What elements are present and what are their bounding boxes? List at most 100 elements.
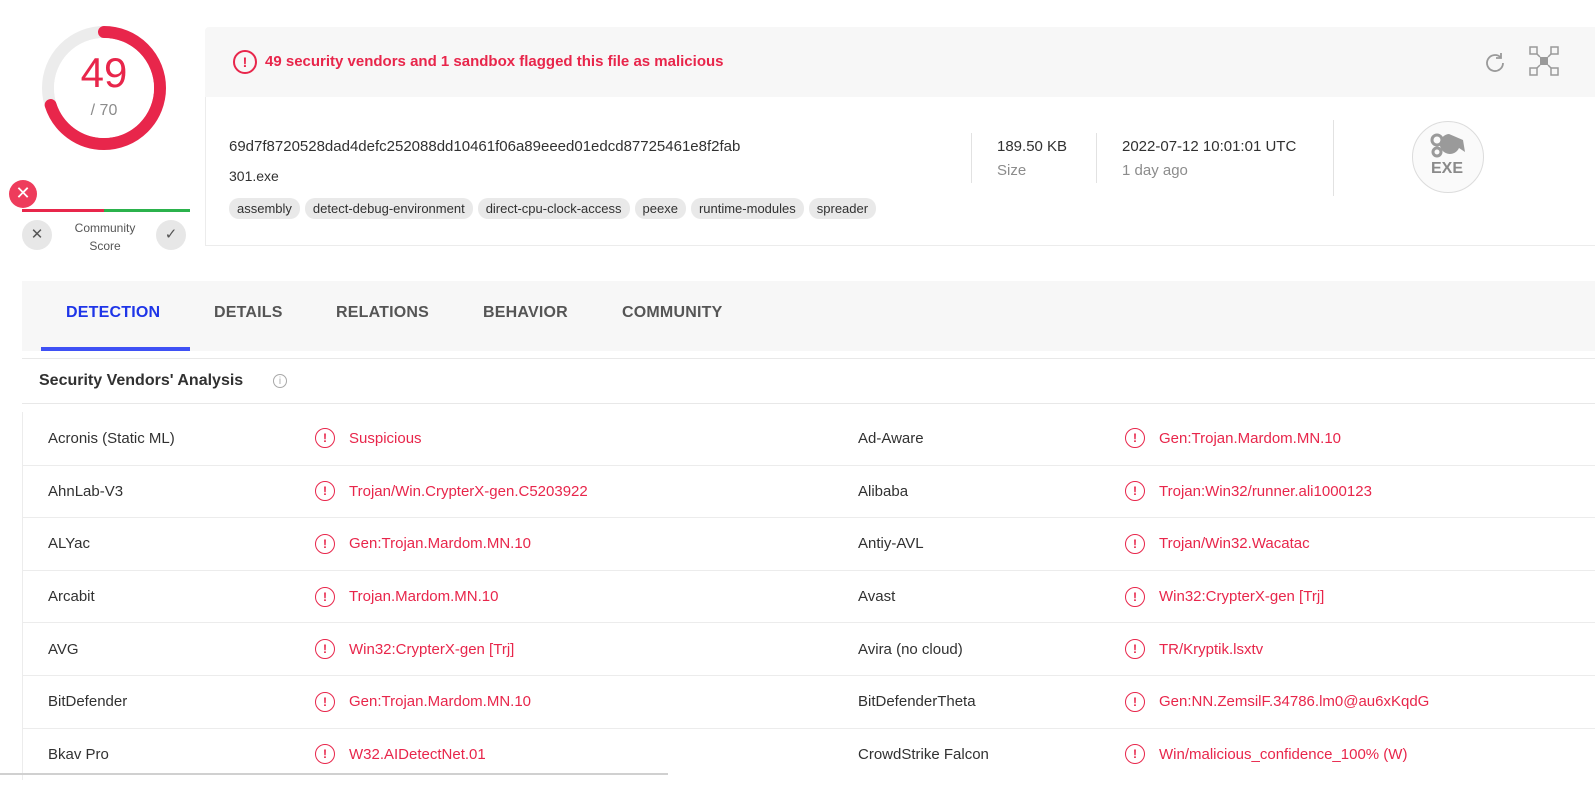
vendor-name: Acronis (Static ML) <box>48 429 175 447</box>
divider <box>22 403 1595 404</box>
vendor-result[interactable]: Trojan.Mardom.MN.10 <box>349 588 499 605</box>
vendor-result-cell: ! Win32:CrypterX-gen [Trj] <box>1125 571 1324 623</box>
vendor-result-cell: ! Gen:NN.ZemsilF.34786.lm0@au6xKqdG <box>1125 676 1429 728</box>
vendor-name-cell: Alibaba <box>858 466 908 518</box>
tag[interactable]: direct-cpu-clock-access <box>477 198 630 219</box>
vendor-name: CrowdStrike Falcon <box>858 745 989 763</box>
alert-message: 49 security vendors and 1 sandbox flagge… <box>265 53 724 70</box>
tab-community[interactable]: COMMUNITY <box>622 304 722 322</box>
file-hash[interactable]: 69d7f8720528dad4defc252088dd10461f06a89e… <box>229 138 740 155</box>
reanalyze-icon[interactable] <box>1482 50 1508 76</box>
vendor-name-cell: Avast <box>858 571 895 623</box>
vendor-name: Avira (no cloud) <box>858 640 963 658</box>
vendor-name: ALYac <box>48 535 90 553</box>
vendor-result[interactable]: Gen:Trojan.Mardom.MN.10 <box>349 693 531 710</box>
file-size-label: Size <box>997 162 1027 179</box>
vendor-name-cell: BitDefenderTheta <box>858 676 976 728</box>
file-name: 301.exe <box>229 168 279 184</box>
vendor-result[interactable]: Suspicious <box>349 430 422 447</box>
vendor-name-cell: AVG <box>48 623 79 675</box>
malicious-alert-icon: ! <box>315 481 335 502</box>
detection-count: 49 <box>80 49 128 96</box>
tag[interactable]: detect-debug-environment <box>304 198 473 219</box>
vendor-result-cell: ! Suspicious <box>315 412 422 465</box>
community-bar-positive <box>104 209 190 212</box>
vendor-name-cell: CrowdStrike Falcon <box>858 729 989 781</box>
table-row: Acronis (Static ML)! Suspicious Ad-Aware ! G… <box>22 412 1595 465</box>
vendor-name: Arcabit <box>48 588 95 606</box>
vendor-result[interactable]: Trojan/Win32.Wacatac <box>1159 535 1310 552</box>
malicious-alert-icon: ! <box>1125 533 1145 554</box>
tag[interactable]: runtime-modules <box>690 198 804 219</box>
graph-view-icon[interactable] <box>1528 45 1560 77</box>
vendor-name: Avast <box>858 588 896 606</box>
tab-detection[interactable]: DETECTION <box>66 304 160 322</box>
section-title: Security Vendors' Analysis <box>39 372 244 389</box>
table-row: ALYac! Gen:Trojan.Mardom.MN.10 Antiy-AVL! T… <box>22 517 1595 570</box>
vendor-result-cell: ! Gen:Trojan.Mardom.MN.10 <box>1125 412 1341 465</box>
vendor-name-cell: Ad-Aware <box>858 412 924 465</box>
divider <box>971 133 972 183</box>
community-malicious-badge-icon: ✕ <box>9 180 37 208</box>
vendor-result[interactable]: W32.AIDetectNet.01 <box>349 746 486 763</box>
vendor-result[interactable]: Gen:Trojan.Mardom.MN.10 <box>349 535 531 552</box>
vendor-result[interactable]: Gen:NN.ZemsilF.34786.lm0@au6xKqdG <box>1159 693 1429 710</box>
analysis-date-value: 2022-07-12 10:01:01 UTC <box>1122 138 1297 155</box>
vendor-result[interactable]: Win32:CrypterX-gen [Trj] <box>1159 588 1324 605</box>
community-vote-down-button[interactable]: ✕ <box>22 220 52 250</box>
malicious-alert-icon: ! <box>1125 744 1145 765</box>
vendor-result-cell: ! Win/malicious_confidence_100% (W) <box>1125 729 1407 781</box>
vendor-name: AhnLab-V3 <box>48 482 124 500</box>
divider <box>1333 120 1334 196</box>
vendor-result[interactable]: Gen:Trojan.Mardom.MN.10 <box>1159 430 1341 447</box>
malicious-alert-icon: ! <box>1125 481 1145 502</box>
vendor-name: BitDefender <box>48 693 128 711</box>
malicious-alert-icon: ! <box>315 639 335 660</box>
vendor-result-cell: ! Trojan/Win32.Wacatac <box>1125 518 1310 570</box>
malicious-alert-icon: ! <box>315 691 335 712</box>
table-row: BitDefender! Gen:Trojan.Mardom.MN.10 BitDe… <box>22 674 1595 728</box>
malicious-alert-icon: ! <box>1125 691 1145 712</box>
vendor-result-cell: ! Trojan.Mardom.MN.10 <box>315 571 499 623</box>
malicious-alert-icon: ! <box>315 533 335 554</box>
vendor-result-cell: ! Trojan/Win.CrypterX-gen.C5203922 <box>315 466 588 518</box>
tab-behavior[interactable]: BEHAVIOR <box>483 304 568 322</box>
community-vote-up-button[interactable]: ✓ <box>156 220 186 250</box>
vendor-result[interactable]: TR/Kryptik.lsxtv <box>1159 641 1263 658</box>
divider <box>22 358 1595 359</box>
vendor-name: Bkav Pro <box>48 745 109 763</box>
tab-details[interactable]: DETAILS <box>214 304 283 322</box>
malicious-alert-icon: ! <box>1125 639 1145 660</box>
vendor-result-cell: ! TR/Kryptik.lsxtv <box>1125 623 1263 675</box>
tag[interactable]: assembly <box>229 198 300 219</box>
vendor-result[interactable]: Win/malicious_confidence_100% (W) <box>1159 746 1407 763</box>
file-summary-card <box>205 97 1595 246</box>
vendor-result-cell: ! Trojan:Win32/runner.ali1000123 <box>1125 466 1372 518</box>
tag[interactable]: peexe <box>634 198 686 219</box>
file-tags: assembly detect-debug-environment direct… <box>229 198 877 219</box>
vendor-results-table: Acronis (Static ML)! Suspicious Ad-Aware! G… <box>22 412 1595 781</box>
divider <box>1096 133 1097 183</box>
vendor-name-cell: Antiy-AVL <box>858 518 924 570</box>
malicious-alert-icon: ! <box>315 428 335 449</box>
table-row: Arcabit ! Trojan.Mardom.MN.10 Avast! Win32:C… <box>22 569 1595 623</box>
info-icon[interactable]: i <box>273 374 287 388</box>
tab-relations[interactable]: RELATIONS <box>336 304 429 322</box>
vendor-result[interactable]: Trojan/Win.CrypterX-gen.C5203922 <box>349 483 588 500</box>
vendor-name: Ad-Aware <box>858 429 924 447</box>
tag[interactable]: spreader <box>808 198 877 219</box>
vendor-result[interactable]: Win32:CrypterX-gen [Trj] <box>349 641 514 658</box>
vendor-name: Antiy-AVL <box>858 535 924 553</box>
analysis-date-relative: 1 day ago <box>1122 162 1188 179</box>
vendor-name-cell: BitDefender <box>48 676 127 728</box>
file-type-exe-icon <box>1412 121 1484 193</box>
vendor-result-cell: ! Gen:Trojan.Mardom.MN.10 <box>315 676 531 728</box>
vendor-result-cell: ! Gen:Trojan.Mardom.MN.10 <box>315 518 531 570</box>
vendor-name-cell: ALYac <box>48 518 90 570</box>
active-tab-indicator <box>41 347 190 351</box>
vendor-name-cell: Acronis (Static ML) <box>48 412 175 465</box>
vendor-name: Alibaba <box>858 482 909 500</box>
vendor-name: BitDefenderTheta <box>858 693 976 711</box>
malicious-alert-icon: ! <box>1125 586 1145 607</box>
vendor-result[interactable]: Trojan:Win32/runner.ali1000123 <box>1159 483 1372 500</box>
